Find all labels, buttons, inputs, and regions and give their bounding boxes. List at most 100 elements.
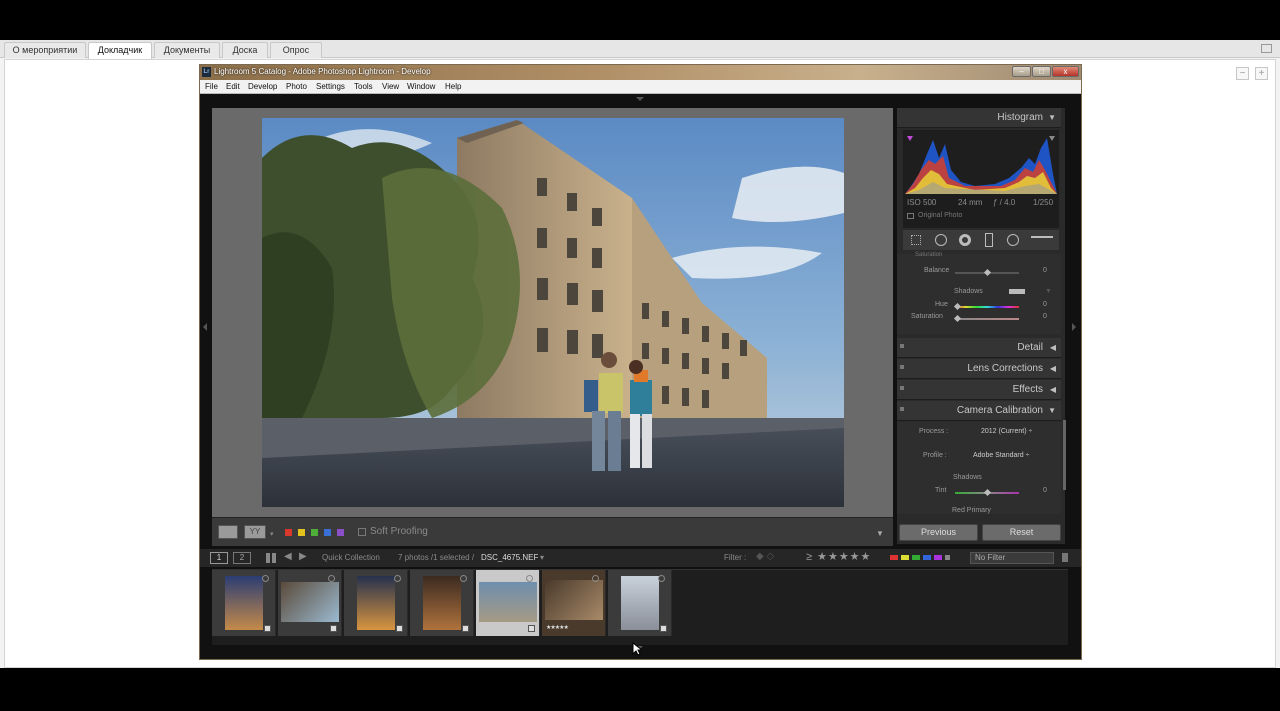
hue-value: 0 <box>1043 301 1047 308</box>
saturation-slider[interactable] <box>955 318 1019 320</box>
histogram-header[interactable]: Histogram ▼ <box>897 108 1061 128</box>
thumb-3[interactable] <box>344 570 408 636</box>
saturation-slider-knob[interactable] <box>953 314 962 323</box>
spot-removal-icon[interactable] <box>935 234 947 246</box>
menu-edit[interactable]: Edit <box>226 82 240 91</box>
monitor-2-button[interactable]: 2 <box>233 552 251 564</box>
right-panel: Histogram ▼ ISO 500 24 mm ƒ / 4.0 1/250 … <box>897 108 1066 544</box>
prev-arrow-icon[interactable]: ◀ <box>284 551 292 562</box>
filename[interactable]: DSC_4675.NEF <box>481 553 538 562</box>
tab-poll[interactable]: Опрос <box>270 42 322 58</box>
rating-filter-stars-icon[interactable]: ≥ ★★★★★ <box>806 550 871 563</box>
menu-help[interactable]: Help <box>445 82 461 91</box>
filename-dropdown-icon[interactable]: ▾ <box>540 553 544 562</box>
source-label[interactable]: Quick Collection <box>322 553 380 562</box>
edited-badge-icon <box>462 625 469 632</box>
left-panel-toggle-icon[interactable] <box>203 323 207 331</box>
graduated-filter-icon[interactable] <box>985 233 993 247</box>
menu-view[interactable]: View <box>382 82 399 91</box>
menu-photo[interactable]: Photo <box>286 82 307 91</box>
thumbnail-image <box>224 576 263 630</box>
develop-module: YY ▾ Soft Proofing ▼ Histogram ▼ ISO 500… <box>200 94 1081 659</box>
original-photo-icon <box>907 213 914 219</box>
color-filter-icon[interactable] <box>890 555 950 560</box>
restore-window-icon[interactable] <box>1261 44 1272 53</box>
iso-value: ISO 500 <box>907 198 937 207</box>
label-blue-icon[interactable] <box>324 529 331 536</box>
previous-button[interactable]: Previous <box>899 524 978 541</box>
profile-select[interactable]: Adobe Standard ÷ <box>973 452 1029 459</box>
filter-preset-select[interactable]: No Filter <box>970 552 1054 564</box>
image-viewport[interactable] <box>212 108 893 517</box>
tab-speaker[interactable]: Докладчик <box>88 42 152 59</box>
crop-tool-icon[interactable] <box>911 235 921 245</box>
thumbnail-image <box>544 580 603 620</box>
monitor-1-button[interactable]: 1 <box>210 552 228 564</box>
view-mode-dropdown-icon[interactable]: ▾ <box>270 530 274 538</box>
zoom-in-button[interactable]: + <box>1255 67 1268 80</box>
top-panel-toggle-icon[interactable] <box>636 97 644 101</box>
menu-tools[interactable]: Tools <box>354 82 373 91</box>
zoom-out-button[interactable]: − <box>1236 67 1249 80</box>
menu-file[interactable]: File <box>205 82 218 91</box>
shadows-color-swatch[interactable] <box>1009 289 1025 294</box>
hue-slider-knob[interactable] <box>953 302 962 311</box>
thumb-6[interactable]: ★★★★★ <box>542 570 606 636</box>
loupe-view-button[interactable] <box>218 525 238 539</box>
label-red-icon[interactable] <box>285 529 292 536</box>
adjustment-brush-icon[interactable] <box>1031 236 1053 244</box>
menu-settings[interactable]: Settings <box>316 82 345 91</box>
thumb-7[interactable] <box>608 570 672 636</box>
tab-about-event[interactable]: О мероприятии <box>4 42 86 58</box>
thumb-5-selected[interactable] <box>476 570 540 636</box>
shadows-label: Shadows <box>954 288 983 295</box>
close-button[interactable]: x <box>1052 66 1079 77</box>
process-label: Process : <box>919 428 949 435</box>
before-after-button[interactable]: YY <box>244 525 266 539</box>
label-purple-icon[interactable] <box>337 529 344 536</box>
right-panel-toggle-icon[interactable] <box>1072 323 1076 331</box>
tint-slider-knob[interactable] <box>983 488 992 497</box>
screen: О мероприятии Докладчик Документы Доска … <box>0 0 1280 711</box>
effects-header[interactable]: Effects ◀ <box>897 380 1061 400</box>
label-green-icon[interactable] <box>311 529 318 536</box>
camera-calibration-header[interactable]: Camera Calibration ▼ <box>897 401 1061 421</box>
tab-board[interactable]: Доска <box>222 42 268 58</box>
menu-develop[interactable]: Develop <box>248 82 277 91</box>
tint-label: Tint <box>935 487 947 494</box>
reset-button[interactable]: Reset <box>982 524 1061 541</box>
flag-filter-icon[interactable]: ◆ ◇ <box>756 551 774 562</box>
maximize-button[interactable]: □ <box>1032 66 1051 77</box>
main-photo[interactable] <box>262 118 844 507</box>
lens-corrections-header[interactable]: Lens Corrections ◀ <box>897 359 1061 379</box>
tab-documents[interactable]: Документы <box>154 42 220 58</box>
soft-proofing-checkbox[interactable] <box>358 528 366 536</box>
thumb-circle-icon <box>526 575 533 582</box>
grid-view-icon[interactable] <box>266 553 276 563</box>
hue-slider[interactable] <box>955 306 1019 308</box>
thumbnail-image <box>280 582 339 622</box>
minimize-button[interactable]: – <box>1012 66 1031 77</box>
label-yellow-icon[interactable] <box>298 529 305 536</box>
camera-calibration-section: Process : 2012 (Current) ÷ Profile : Ado… <box>897 422 1061 514</box>
radial-filter-icon[interactable] <box>1007 234 1019 246</box>
toolbar-menu-icon[interactable]: ▼ <box>876 529 884 538</box>
panel-scrollbar[interactable] <box>1063 420 1066 490</box>
detail-panel-header[interactable]: Detail ◀ <box>897 338 1061 358</box>
expand-icon: ◀ <box>1049 364 1056 373</box>
process-select[interactable]: 2012 (Current) ÷ <box>981 428 1032 435</box>
balance-slider-knob[interactable] <box>983 268 992 277</box>
filter-lock-icon[interactable] <box>1062 553 1068 562</box>
thumb-1[interactable] <box>212 570 276 636</box>
lightroom-logo-icon: Lr <box>202 67 211 77</box>
thumb-2[interactable] <box>278 570 342 636</box>
panel-switch-icon <box>900 407 904 411</box>
thumb-circle-icon <box>658 575 665 582</box>
histogram-chart[interactable] <box>905 134 1057 194</box>
next-arrow-icon[interactable]: ▶ <box>299 551 307 562</box>
thumb-4[interactable] <box>410 570 474 636</box>
panel-switch-icon <box>900 386 904 390</box>
menu-window[interactable]: Window <box>407 82 435 91</box>
edited-badge-icon <box>528 625 535 632</box>
red-eye-icon[interactable] <box>959 234 971 246</box>
